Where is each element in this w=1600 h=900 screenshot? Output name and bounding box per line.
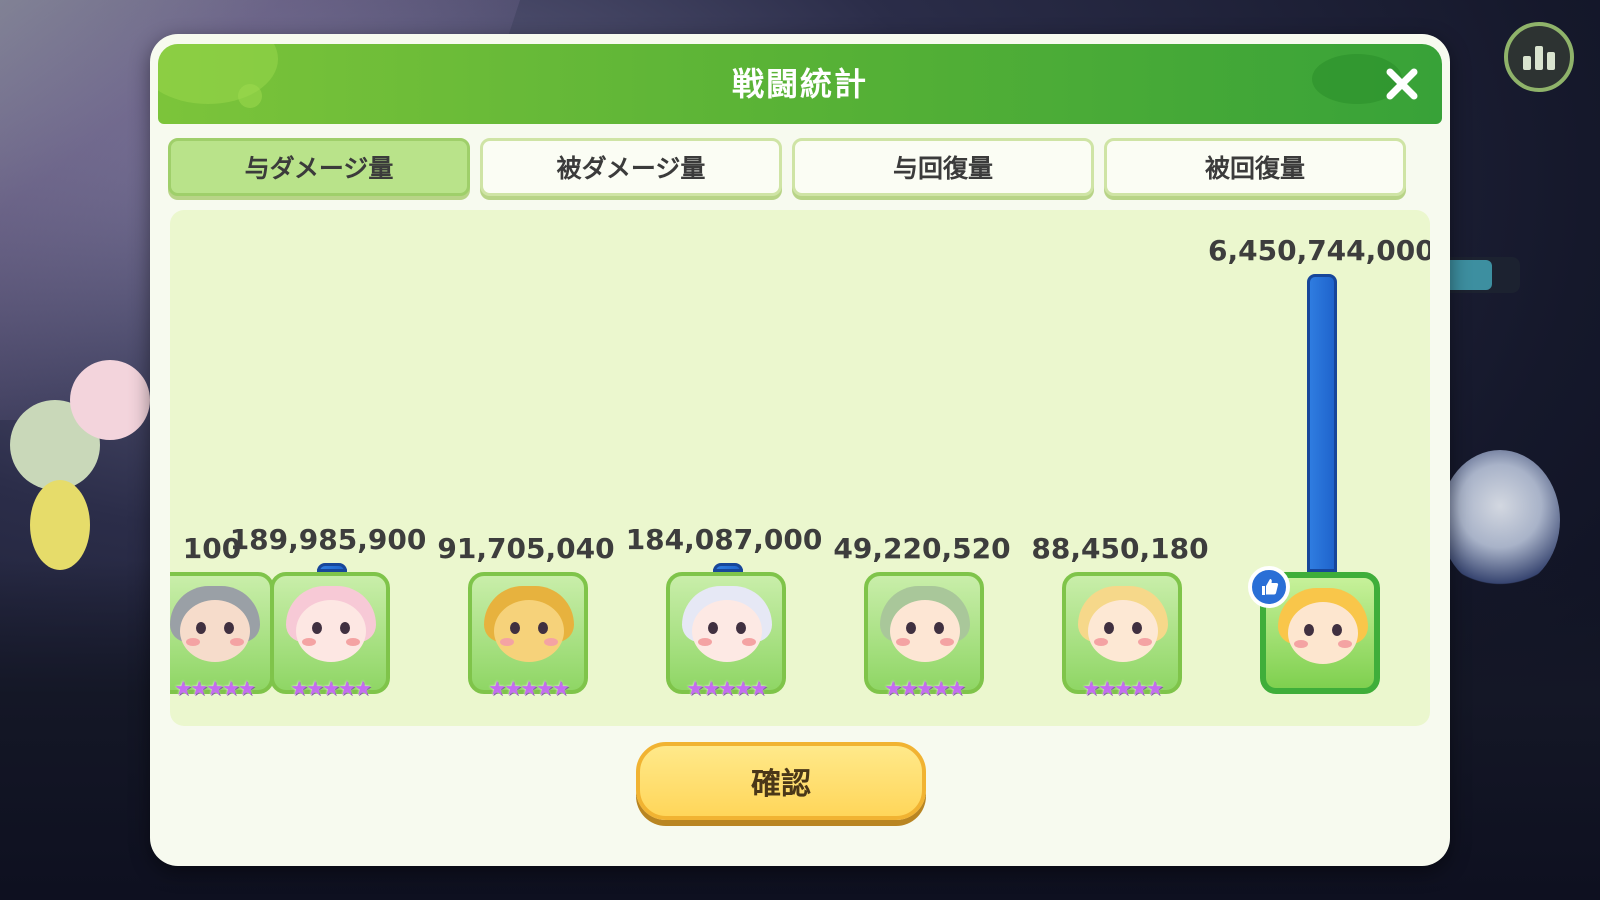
confirm-button[interactable]: 確認: [636, 742, 926, 820]
character-blush: [1094, 638, 1108, 646]
star-rating: ★★★★★: [1082, 676, 1164, 700]
character-face: [890, 600, 960, 662]
thumbs-up-icon: [1262, 579, 1279, 595]
character-blush: [186, 638, 200, 646]
character-blush: [742, 638, 756, 646]
damage-bar: [317, 563, 347, 572]
character-eye: [708, 622, 718, 634]
character-eye: [340, 622, 350, 634]
tab-damage-taken[interactable]: 被ダメージ量: [480, 138, 782, 196]
star-rating: ★★★★★: [290, 676, 372, 700]
character-column: 6,450,744,000: [1208, 210, 1430, 726]
bar-chart-icon: [1523, 46, 1555, 70]
tab-damage-dealt[interactable]: 与ダメージ量: [168, 138, 470, 196]
character-column: 91,705,040 ★★★★★: [426, 210, 626, 726]
damage-value: 189,985,900: [229, 523, 427, 556]
character-eye: [510, 622, 520, 634]
character-blush: [500, 638, 514, 646]
character-eye: [934, 622, 944, 634]
background-medal: [1440, 450, 1560, 590]
character-blush: [896, 638, 910, 646]
tab-healing-done[interactable]: 与回復量: [792, 138, 1094, 196]
damage-chart: 100 ★★★★★ 189,985,900 ★★★★★ 91,705,040 ★★★★★ 1…: [170, 210, 1430, 726]
character-eye: [312, 622, 322, 634]
star-rating: ★★★★★: [884, 676, 966, 700]
character-face: [692, 600, 762, 662]
character-eye: [1332, 624, 1342, 636]
close-icon: [1386, 68, 1418, 100]
character-blush: [1338, 640, 1352, 648]
character-blush: [346, 638, 360, 646]
character-eye: [736, 622, 746, 634]
character-blush: [940, 638, 954, 646]
battle-stats-dialog: 戦闘統計 与ダメージ量 被ダメージ量 与回復量 被回復量 100 ★★★★★ 189…: [150, 34, 1450, 866]
character-column: 189,985,900 ★★★★★: [228, 210, 428, 726]
character-eye: [906, 622, 916, 634]
character-column: 49,220,520 ★★★★★: [822, 210, 1022, 726]
stats-tabs: 与ダメージ量 被ダメージ量 与回復量 被回復量: [168, 138, 1432, 198]
character-face: [494, 600, 564, 662]
dialog-title: 戦闘統計: [731, 65, 868, 103]
character-face: [296, 600, 366, 662]
star-rating: ★★★★★: [686, 676, 768, 700]
character-blush: [1138, 638, 1152, 646]
character-blush: [1294, 640, 1308, 648]
character-face: [1288, 602, 1358, 664]
damage-value: 88,450,180: [1031, 532, 1209, 565]
damage-bar: [713, 563, 743, 572]
character-column: 88,450,180 ★★★★★: [1020, 210, 1220, 726]
mvp-badge: [1248, 566, 1290, 608]
background-characters: [0, 360, 170, 590]
tab-healing-received[interactable]: 被回復量: [1104, 138, 1406, 196]
dialog-header: 戦闘統計: [158, 44, 1442, 124]
character-blush: [544, 638, 558, 646]
damage-value: 6,450,744,000: [1208, 234, 1430, 267]
star-rating: ★★★★★: [488, 676, 570, 700]
character-eye: [1304, 624, 1314, 636]
damage-value: 49,220,520: [833, 532, 1011, 565]
damage-value: 91,705,040: [437, 532, 615, 565]
character-column: 184,087,000 ★★★★★: [624, 210, 824, 726]
character-eye: [1104, 622, 1114, 634]
damage-bar: [1307, 274, 1337, 572]
character-eye: [538, 622, 548, 634]
damage-value: 184,087,000: [625, 523, 823, 556]
close-button[interactable]: [1378, 60, 1426, 108]
character-blush: [302, 638, 316, 646]
character-blush: [698, 638, 712, 646]
character-eye: [1132, 622, 1142, 634]
character-eye: [196, 622, 206, 634]
character-face: [1088, 600, 1158, 662]
stats-toggle-button[interactable]: [1504, 22, 1574, 92]
